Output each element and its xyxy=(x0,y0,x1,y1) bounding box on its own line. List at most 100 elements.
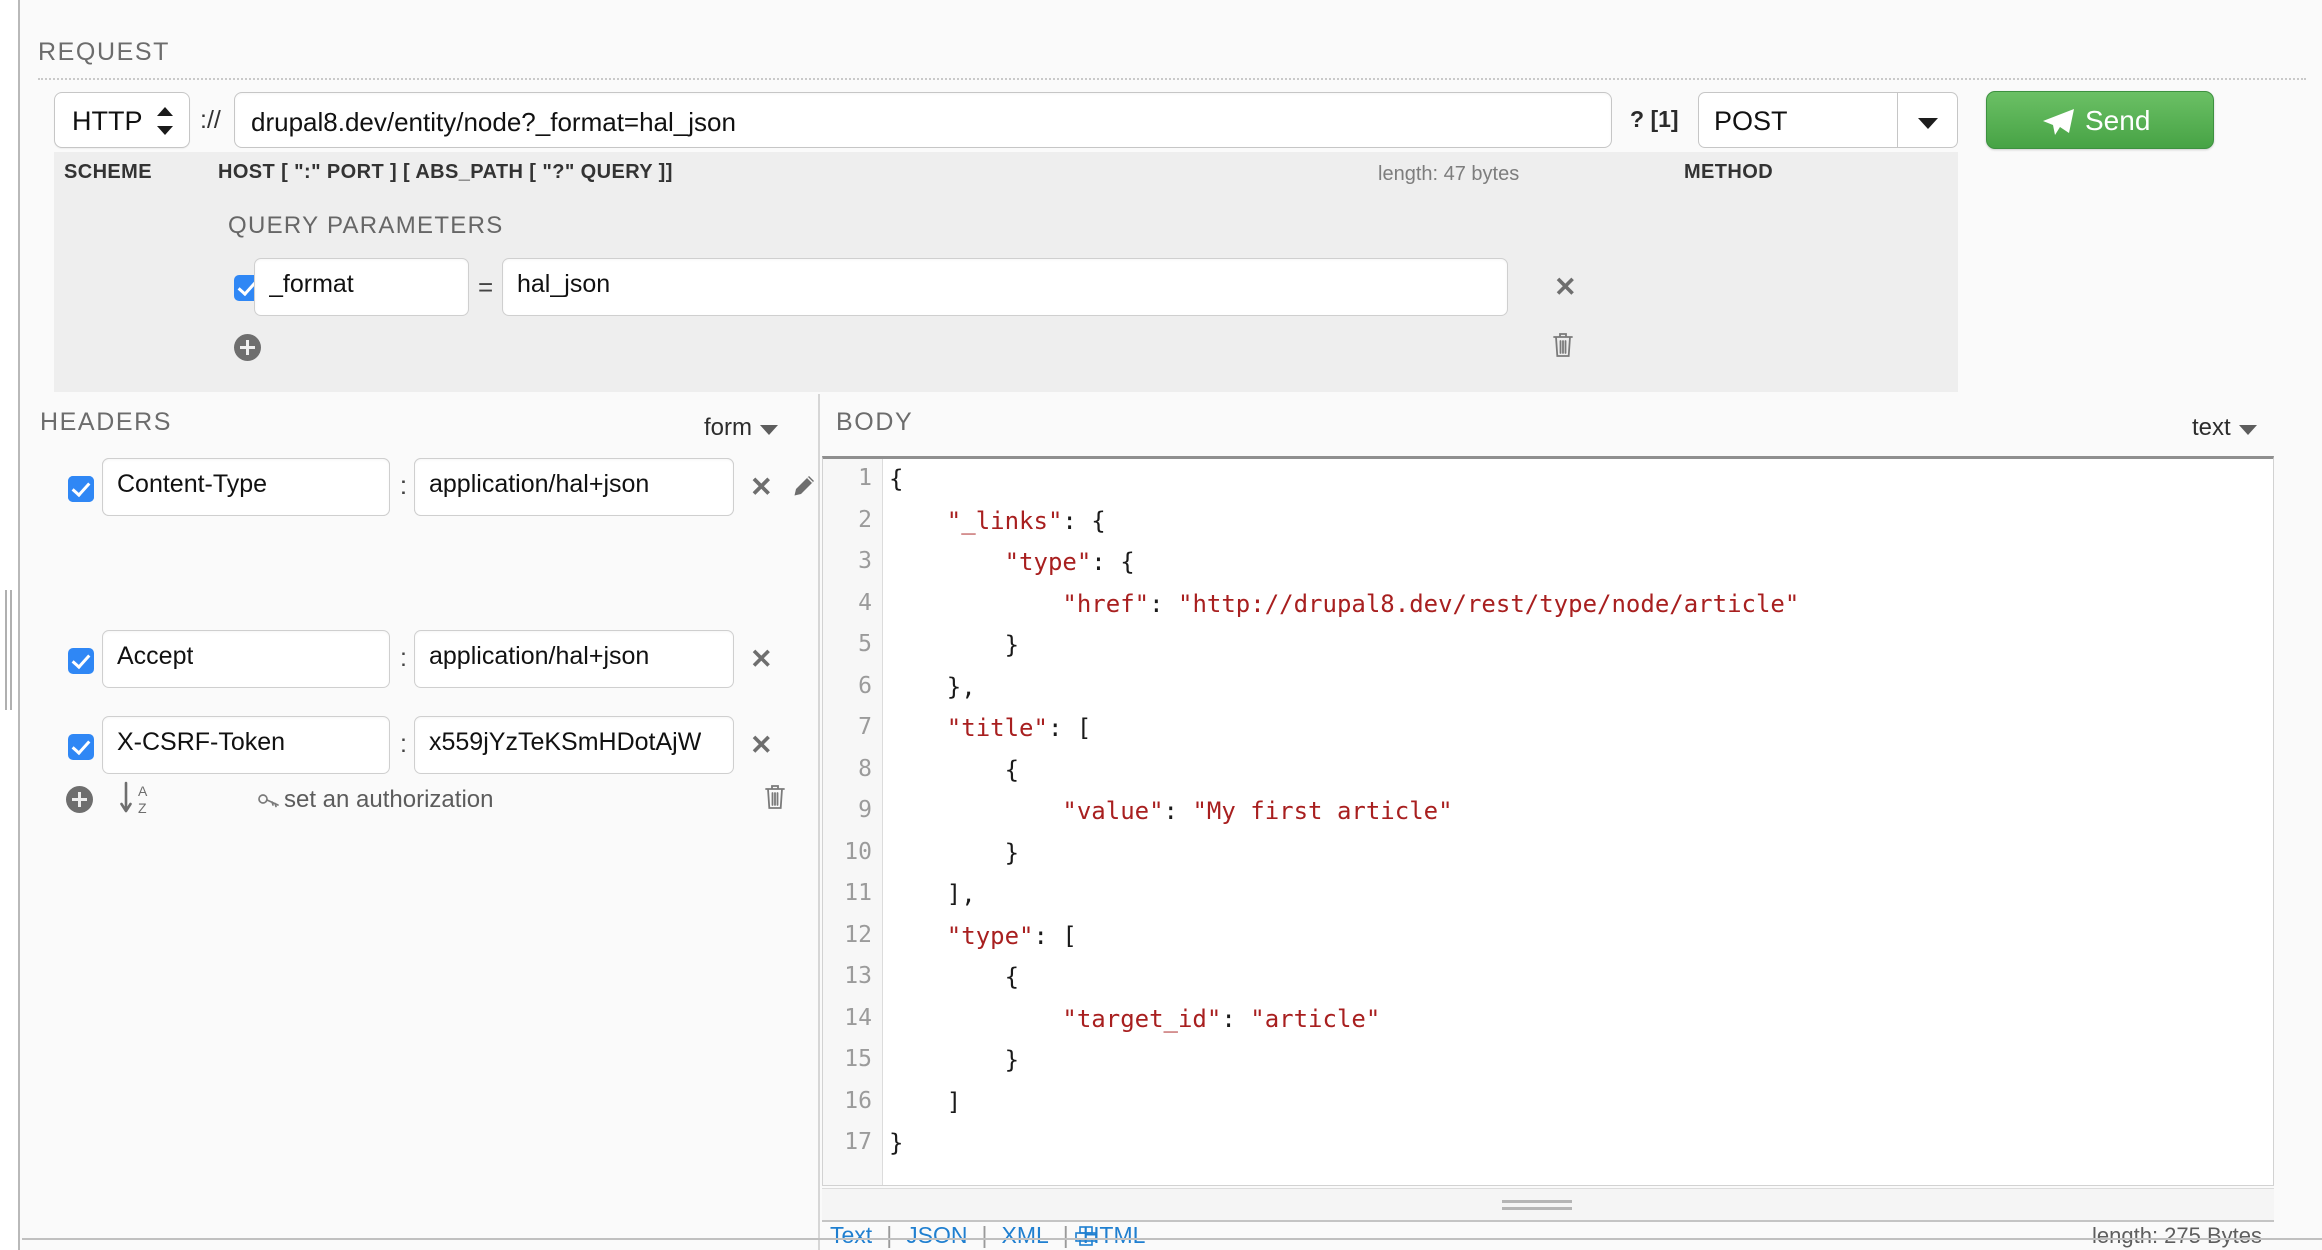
request-section-label: REQUEST xyxy=(38,38,171,66)
url-length-label: length: 47 bytes xyxy=(1378,163,1520,185)
header-enabled-checkbox[interactable] xyxy=(68,734,94,760)
scheme-value: HTTP xyxy=(72,106,143,136)
query-parameters-block: QUERY PARAMETERS _format = hal_json ✕ xyxy=(54,194,1958,392)
add-query-parameter-icon[interactable] xyxy=(234,334,261,361)
body-resize-splitter[interactable] xyxy=(822,1188,2274,1222)
line-number: 9 xyxy=(858,797,872,823)
header-colon: : xyxy=(400,644,407,672)
header-enabled-checkbox[interactable] xyxy=(68,648,94,674)
header-colon: : xyxy=(400,472,407,500)
method-select[interactable]: POST xyxy=(1698,92,1898,148)
line-number: 6 xyxy=(858,672,872,699)
line-number: 13 xyxy=(844,963,872,989)
header-name-input[interactable]: X-CSRF-Token xyxy=(102,716,390,774)
scheme-separator: :// xyxy=(200,106,221,134)
line-number: 15 xyxy=(844,1046,872,1072)
remove-header-icon[interactable]: ✕ xyxy=(750,646,773,673)
header-value-text: application/hal+json xyxy=(429,642,650,670)
code-line: "title": [ xyxy=(946,714,1092,742)
paper-plane-icon xyxy=(2043,109,2074,135)
chevron-down-icon[interactable] xyxy=(1898,92,1958,148)
clear-headers-trash-icon[interactable] xyxy=(764,783,786,810)
line-number: 3 xyxy=(858,548,872,574)
chevron-down-icon xyxy=(2238,425,2257,435)
chevron-down-icon xyxy=(760,425,778,435)
code-line: { xyxy=(889,465,904,493)
line-number: 4 xyxy=(858,589,872,616)
send-button-label: Send xyxy=(2085,105,2151,136)
query-parameter-key-value: _format xyxy=(269,270,354,298)
svg-text:A: A xyxy=(138,783,148,799)
key-icon xyxy=(258,794,279,808)
equals-sign: = xyxy=(478,272,494,302)
method-value: POST xyxy=(1714,106,1788,136)
header-name-value: X-CSRF-Token xyxy=(117,728,286,756)
line-number: 14 xyxy=(844,1004,872,1031)
query-count-indicator[interactable]: ? [1] xyxy=(1630,106,1679,133)
header-value-text: x559jYzTeKSmHDotAjW xyxy=(429,728,702,756)
body-format-tab-xml[interactable]: XML xyxy=(1002,1222,1049,1248)
line-number: 1 xyxy=(858,465,872,491)
header-colon: : xyxy=(400,730,407,758)
body-format-tabs: Text | JSON | XML | HTML xyxy=(830,1222,1145,1249)
code-line: "type": { xyxy=(1004,548,1135,576)
code-line: } xyxy=(889,631,1020,659)
restlet-client-window: REQUEST HTTP :// drupal8.dev/entity/node… xyxy=(0,0,2322,1250)
query-parameter-row: _format = hal_json ✕ xyxy=(54,258,1958,318)
headers-view-mode-value: form xyxy=(704,414,752,441)
panel-resize-handle[interactable] xyxy=(4,590,15,710)
body-footer: Text | JSON | XML | HTML length: 275 Bytes xyxy=(822,1222,2322,1250)
body-editor[interactable]: 1 2 3 4 5 6 7 8 9 10 11 12 13 14 15 16 17 { "_links": { … xyxy=(822,456,2274,1186)
header-row: Content-Type : application/hal+json ✕ xyxy=(22,458,820,522)
header-name-input[interactable]: Content-Type xyxy=(102,458,390,516)
query-parameter-value-input[interactable]: hal_json xyxy=(502,258,1508,316)
stepper-arrows-icon xyxy=(157,106,173,136)
headers-view-mode-dropdown[interactable]: form xyxy=(704,414,778,442)
line-number: 7 xyxy=(858,714,872,740)
body-view-mode-value: text xyxy=(2192,414,2231,441)
add-header-icon[interactable] xyxy=(66,786,93,813)
clear-query-parameters-trash-icon[interactable] xyxy=(1552,331,1574,358)
line-number: 2 xyxy=(858,506,872,533)
method-caption: METHOD xyxy=(1684,161,1774,183)
header-value-input[interactable]: application/hal+json xyxy=(414,630,734,688)
line-number: 11 xyxy=(844,880,872,906)
window-bottom-divider xyxy=(22,1238,2322,1240)
remove-header-icon[interactable]: ✕ xyxy=(750,474,773,501)
query-parameter-key-input[interactable]: _format xyxy=(254,258,469,316)
code-line: { xyxy=(889,963,1020,991)
header-value-input[interactable]: x559jYzTeKSmHDotAjW xyxy=(414,716,734,774)
line-number: 5 xyxy=(858,631,872,657)
header-row: X-CSRF-Token : x559jYzTeKSmHDotAjW ✕ xyxy=(22,716,820,780)
code-line: ] xyxy=(889,1087,962,1116)
header-row: Accept : application/hal+json ✕ xyxy=(22,630,820,694)
code-line: { xyxy=(889,755,1020,784)
scheme-select[interactable]: HTTP xyxy=(54,92,190,148)
header-value-text: application/hal+json xyxy=(429,470,650,498)
url-input[interactable]: drupal8.dev/entity/node?_format=hal_json xyxy=(234,92,1612,148)
body-section-label: BODY xyxy=(836,408,914,436)
scheme-caption: SCHEME xyxy=(64,161,152,183)
header-name-input[interactable]: Accept xyxy=(102,630,390,688)
line-number: 8 xyxy=(858,755,872,782)
remove-header-icon[interactable]: ✕ xyxy=(750,732,773,759)
sort-alphabetical-icon[interactable]: A Z xyxy=(118,780,158,818)
header-enabled-checkbox[interactable] xyxy=(68,476,94,502)
line-number: 17 xyxy=(844,1129,872,1155)
splitter-grip-icon xyxy=(1502,1200,1572,1212)
body-panel: BODY text 1 2 3 4 5 6 7 8 9 10 11 12 13 14 15 16 17 { "_… xyxy=(822,394,2322,1250)
printer-icon[interactable] xyxy=(1074,1226,1098,1246)
code-line: "href": "http://drupal8.dev/rest/type/no… xyxy=(1062,589,1800,618)
send-button[interactable]: Send xyxy=(1986,91,2214,149)
remove-query-parameter-icon[interactable]: ✕ xyxy=(1554,274,1577,301)
body-view-mode-dropdown[interactable]: text xyxy=(2192,414,2257,442)
body-format-tab-text[interactable]: Text xyxy=(830,1222,872,1248)
code-line: "type": [ xyxy=(946,921,1077,950)
header-value-input[interactable]: application/hal+json xyxy=(414,458,734,516)
header-name-value: Accept xyxy=(117,642,194,670)
query-parameter-value-text: hal_json xyxy=(517,270,611,298)
headers-panel: HEADERS form Authorization : Basic dGVzd… xyxy=(22,394,820,1250)
body-format-tab-json[interactable]: JSON xyxy=(906,1222,967,1248)
section-divider xyxy=(38,78,2306,80)
code-line: } xyxy=(889,838,1020,867)
